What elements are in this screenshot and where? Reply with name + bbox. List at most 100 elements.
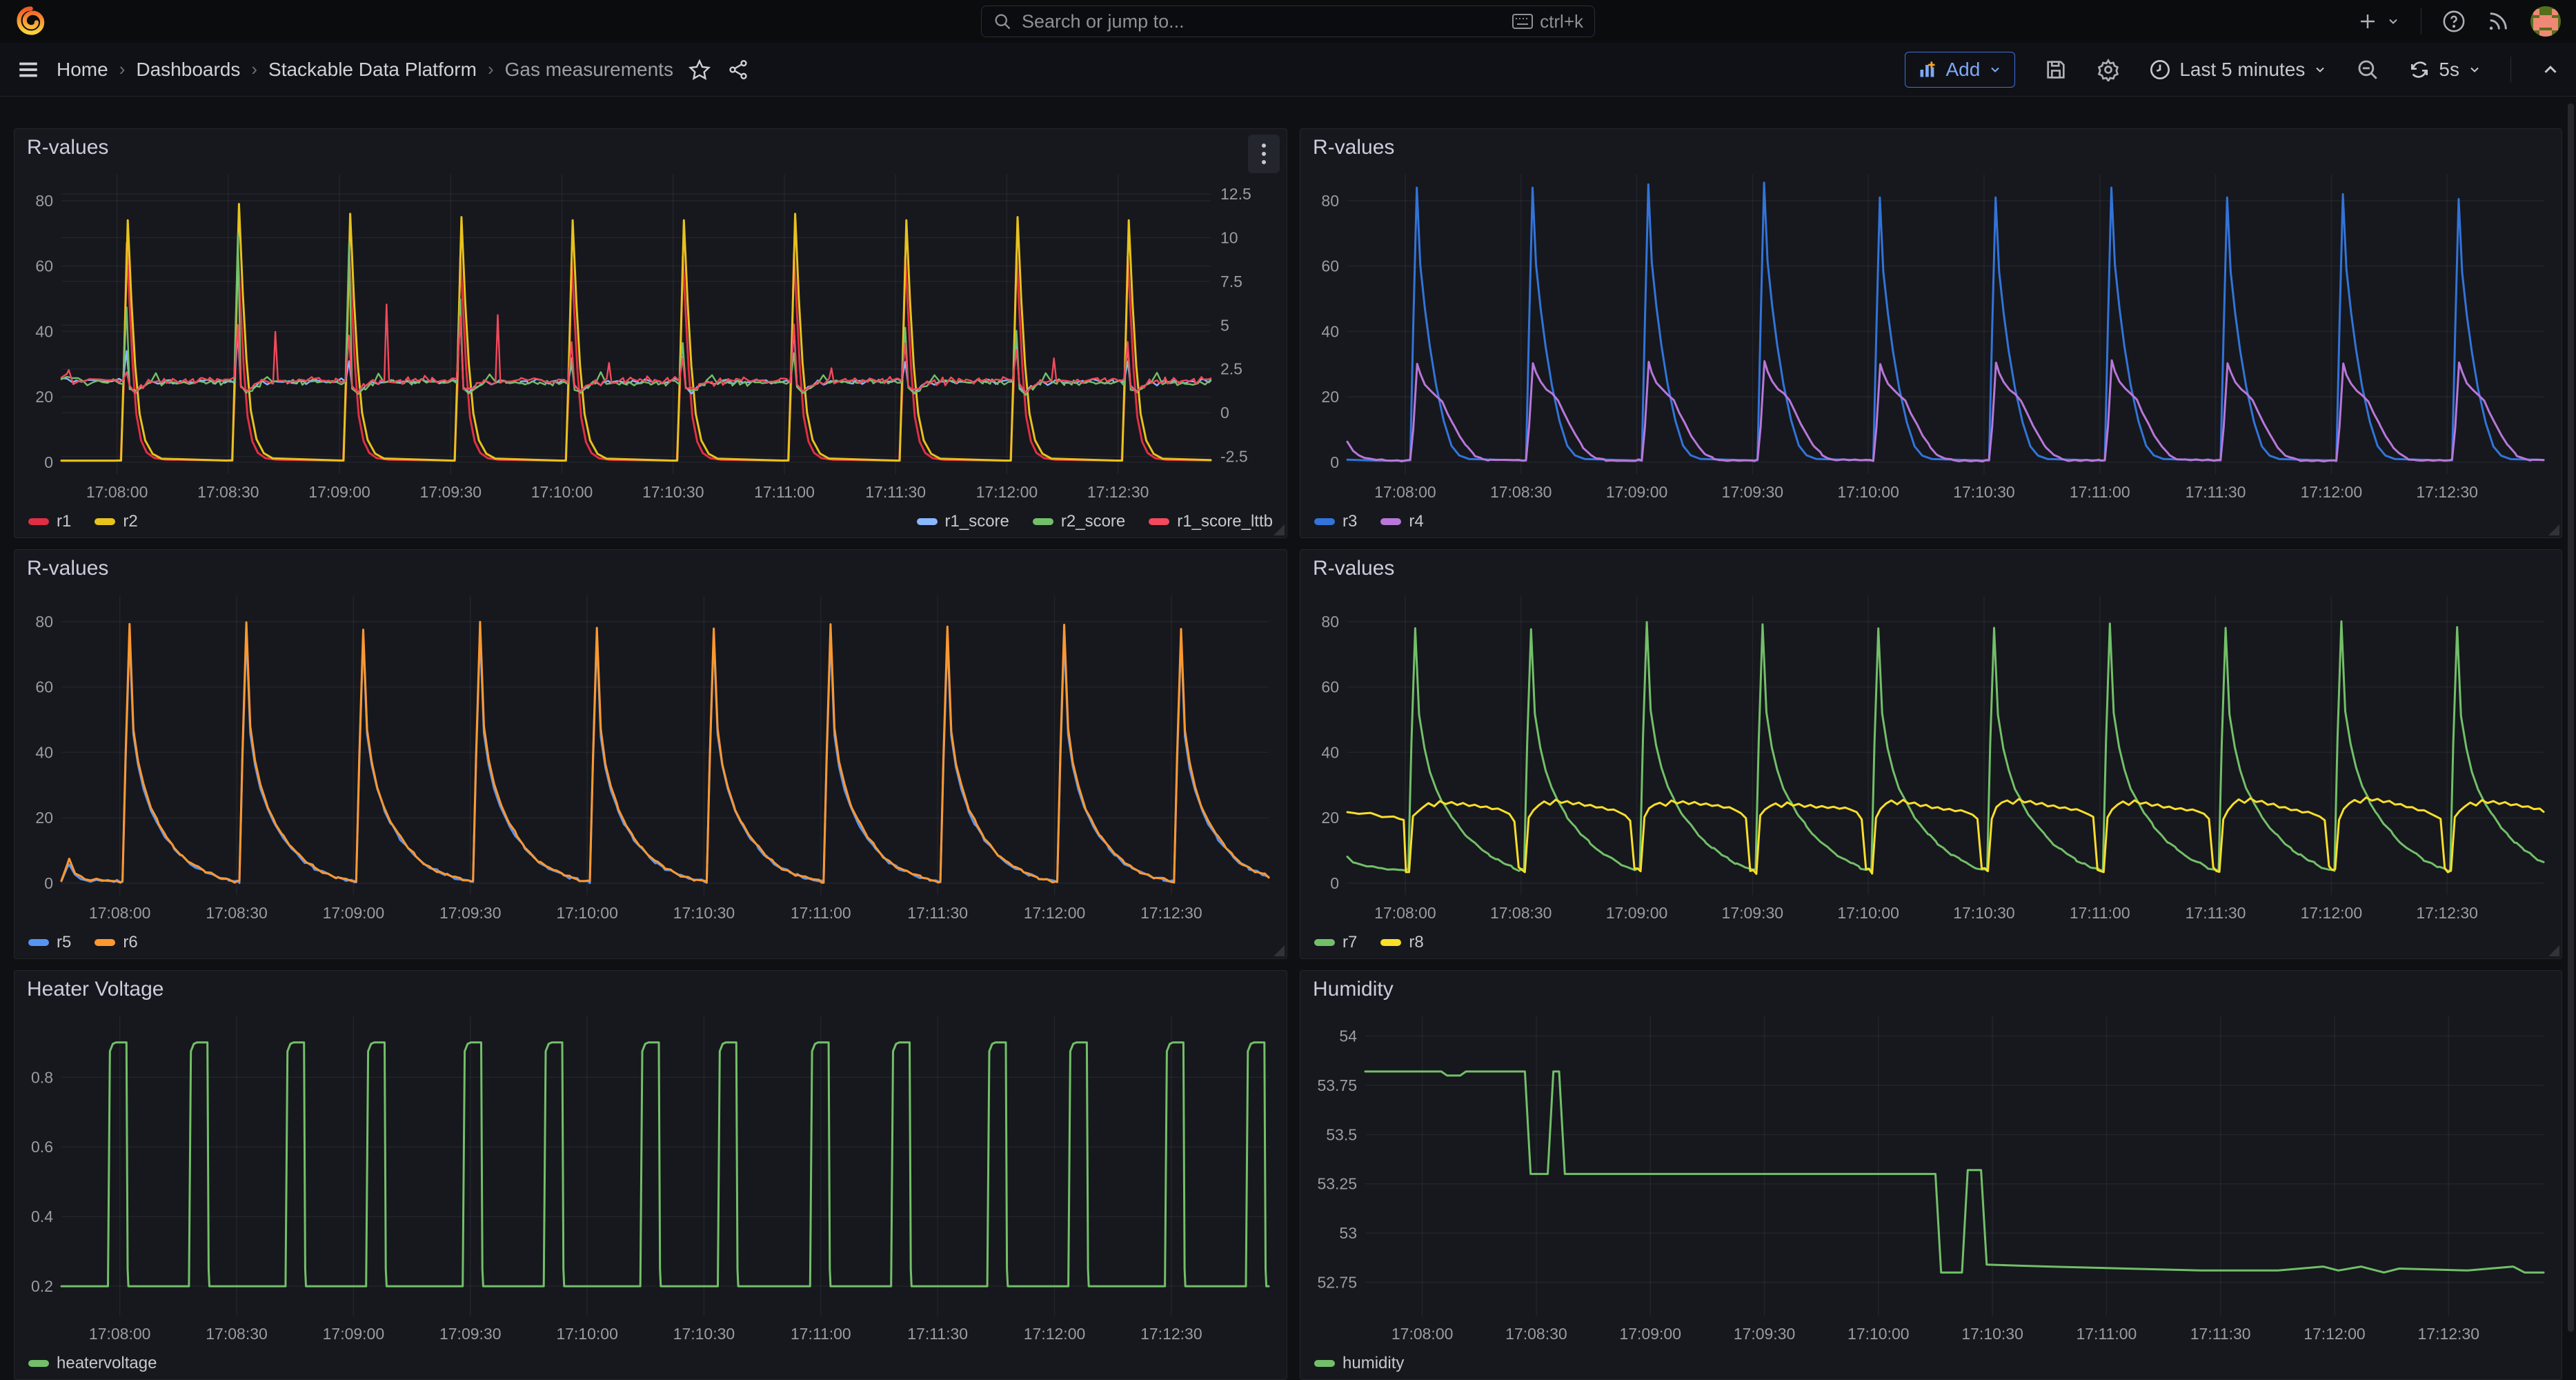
collapse-toolbar-icon[interactable] xyxy=(2540,59,2561,80)
search-input[interactable] xyxy=(1022,11,1512,32)
panel-resize-handle[interactable] xyxy=(2548,945,2559,956)
svg-text:17:08:00: 17:08:00 xyxy=(1374,904,1436,922)
share-icon[interactable] xyxy=(727,59,749,81)
chevron-down-icon xyxy=(2468,63,2481,77)
panel-title[interactable]: Heater Voltage xyxy=(14,971,164,1008)
panel-title[interactable]: Humidity xyxy=(1300,971,1394,1008)
breadcrumb-dashboards[interactable]: Dashboards xyxy=(136,59,240,81)
legend-item-r7[interactable]: r7 xyxy=(1314,933,1357,952)
svg-text:17:09:00: 17:09:00 xyxy=(1619,1325,1681,1343)
legend-item-r5[interactable]: r5 xyxy=(28,933,71,952)
svg-text:17:09:00: 17:09:00 xyxy=(1606,483,1668,501)
chart-humidity[interactable]: 52.755353.2553.553.755417:08:0017:08:301… xyxy=(1307,1007,2555,1346)
refresh-icon xyxy=(2408,59,2430,81)
chart-heater-voltage[interactable]: 0.20.40.60.817:08:0017:08:3017:09:0017:0… xyxy=(21,1007,1280,1346)
refresh-picker[interactable]: 5s xyxy=(2408,59,2481,81)
breadcrumb-folder[interactable]: Stackable Data Platform xyxy=(268,59,477,81)
svg-text:60: 60 xyxy=(35,678,53,696)
legend-item-r3[interactable]: r3 xyxy=(1314,512,1357,531)
svg-text:0.4: 0.4 xyxy=(31,1208,53,1225)
legend-item-r1[interactable]: r1 xyxy=(28,512,71,531)
svg-text:17:10:00: 17:10:00 xyxy=(1847,1325,1910,1343)
legend-swatch xyxy=(28,518,49,525)
svg-text:17:11:00: 17:11:00 xyxy=(791,1325,851,1343)
legend-swatch xyxy=(1149,518,1169,525)
time-range-label: Last 5 minutes xyxy=(2179,59,2305,81)
panel-title[interactable]: R-values xyxy=(1300,550,1394,587)
svg-text:17:12:00: 17:12:00 xyxy=(2303,1325,2366,1343)
svg-text:17:08:00: 17:08:00 xyxy=(86,483,148,501)
panel-resize-handle[interactable] xyxy=(1274,524,1285,535)
graph-bar-icon xyxy=(1918,60,1937,79)
chart-r-values-1[interactable]: 020406080-2.502.557.51012.517:08:0017:08… xyxy=(21,165,1280,504)
panel-legend: humidity xyxy=(1314,1349,2548,1378)
legend-item-humidity[interactable]: humidity xyxy=(1314,1354,1404,1373)
legend-item-r4[interactable]: r4 xyxy=(1380,512,1423,531)
svg-text:17:09:00: 17:09:00 xyxy=(323,904,385,922)
svg-text:17:12:30: 17:12:30 xyxy=(1140,1325,1202,1343)
svg-text:17:09:00: 17:09:00 xyxy=(1606,904,1668,922)
dashboard-settings-icon[interactable] xyxy=(2097,58,2120,81)
favorite-star-icon[interactable] xyxy=(688,59,711,81)
svg-text:-2.5: -2.5 xyxy=(1220,448,1248,466)
svg-text:17:11:00: 17:11:00 xyxy=(2070,904,2130,922)
news-icon[interactable] xyxy=(2486,10,2510,33)
svg-text:17:09:30: 17:09:30 xyxy=(439,1325,502,1343)
legend-item-r1_score[interactable]: r1_score xyxy=(917,512,1009,531)
svg-text:17:12:00: 17:12:00 xyxy=(1024,904,1086,922)
breadcrumb-home[interactable]: Home xyxy=(57,59,108,81)
svg-text:17:08:30: 17:08:30 xyxy=(197,483,259,501)
legend-item-r2[interactable]: r2 xyxy=(95,512,137,531)
legend-swatch xyxy=(95,518,115,525)
svg-text:60: 60 xyxy=(1321,678,1339,696)
legend-item-heatervoltage[interactable]: heatervoltage xyxy=(28,1354,157,1373)
page-scrollbar[interactable] xyxy=(2568,103,2574,1332)
panel-title[interactable]: R-values xyxy=(1300,129,1394,166)
add-panel-button[interactable]: Add xyxy=(1905,52,2015,88)
panel-resize-handle[interactable] xyxy=(1274,945,1285,956)
chart-r-values-2[interactable]: 02040608017:08:0017:08:3017:09:0017:09:3… xyxy=(1307,165,2555,504)
svg-text:17:10:30: 17:10:30 xyxy=(1953,904,2015,922)
svg-text:80: 80 xyxy=(1321,192,1339,210)
chart-r-values-3[interactable]: 02040608017:08:0017:08:3017:09:0017:09:3… xyxy=(21,586,1280,925)
legend-label: r2_score xyxy=(1061,512,1125,531)
add-menu-button[interactable] xyxy=(2357,11,2400,32)
legend-label: r5 xyxy=(57,933,71,952)
svg-text:17:11:30: 17:11:30 xyxy=(865,483,926,501)
legend-item-r2_score[interactable]: r2_score xyxy=(1033,512,1125,531)
chart-r-values-4[interactable]: 02040608017:08:0017:08:3017:09:0017:09:3… xyxy=(1307,586,2555,925)
panel-heater-voltage: Heater Voltage 0.20.40.60.817:08:0017:08… xyxy=(14,970,1287,1380)
svg-text:40: 40 xyxy=(35,322,53,340)
time-range-picker[interactable]: Last 5 minutes xyxy=(2149,59,2327,81)
svg-text:17:08:30: 17:08:30 xyxy=(206,1325,268,1343)
svg-text:0.6: 0.6 xyxy=(31,1138,53,1156)
breadcrumb-current: Gas measurements xyxy=(505,59,673,81)
breadcrumb: Home › Dashboards › Stackable Data Platf… xyxy=(57,59,673,81)
panel-legend: r3 r4 xyxy=(1314,507,2548,536)
grafana-logo[interactable] xyxy=(15,6,46,37)
panel-resize-handle[interactable] xyxy=(2548,524,2559,535)
panel-title[interactable]: R-values xyxy=(14,129,108,166)
panel-r-values-2: R-values 02040608017:08:0017:08:3017:09:… xyxy=(1300,128,2562,538)
clock-icon xyxy=(2149,59,2171,81)
user-avatar[interactable] xyxy=(2530,6,2561,37)
legend-label: r8 xyxy=(1409,933,1423,952)
svg-text:17:10:00: 17:10:00 xyxy=(556,904,618,922)
mega-menu-icon[interactable] xyxy=(17,58,40,81)
save-dashboard-icon[interactable] xyxy=(2044,58,2068,81)
svg-text:17:11:00: 17:11:00 xyxy=(2076,1325,2137,1343)
help-icon[interactable] xyxy=(2442,10,2466,33)
svg-text:17:08:30: 17:08:30 xyxy=(206,904,268,922)
legend-item-r8[interactable]: r8 xyxy=(1380,933,1423,952)
legend-item-r6[interactable]: r6 xyxy=(95,933,137,952)
svg-text:17:11:30: 17:11:30 xyxy=(2186,483,2246,501)
svg-text:17:09:30: 17:09:30 xyxy=(1722,904,1784,922)
svg-text:53: 53 xyxy=(1339,1224,1357,1242)
legend-swatch xyxy=(28,1360,49,1367)
top-nav-bar: ctrl+k xyxy=(0,0,2576,43)
panel-title[interactable]: R-values xyxy=(14,550,108,587)
legend-swatch xyxy=(1380,518,1401,525)
legend-item-r1_score_lttb[interactable]: r1_score_lttb xyxy=(1149,512,1273,531)
panel-r-values-3: R-values 02040608017:08:0017:08:3017:09:… xyxy=(14,549,1287,959)
zoom-out-icon[interactable] xyxy=(2356,58,2379,81)
